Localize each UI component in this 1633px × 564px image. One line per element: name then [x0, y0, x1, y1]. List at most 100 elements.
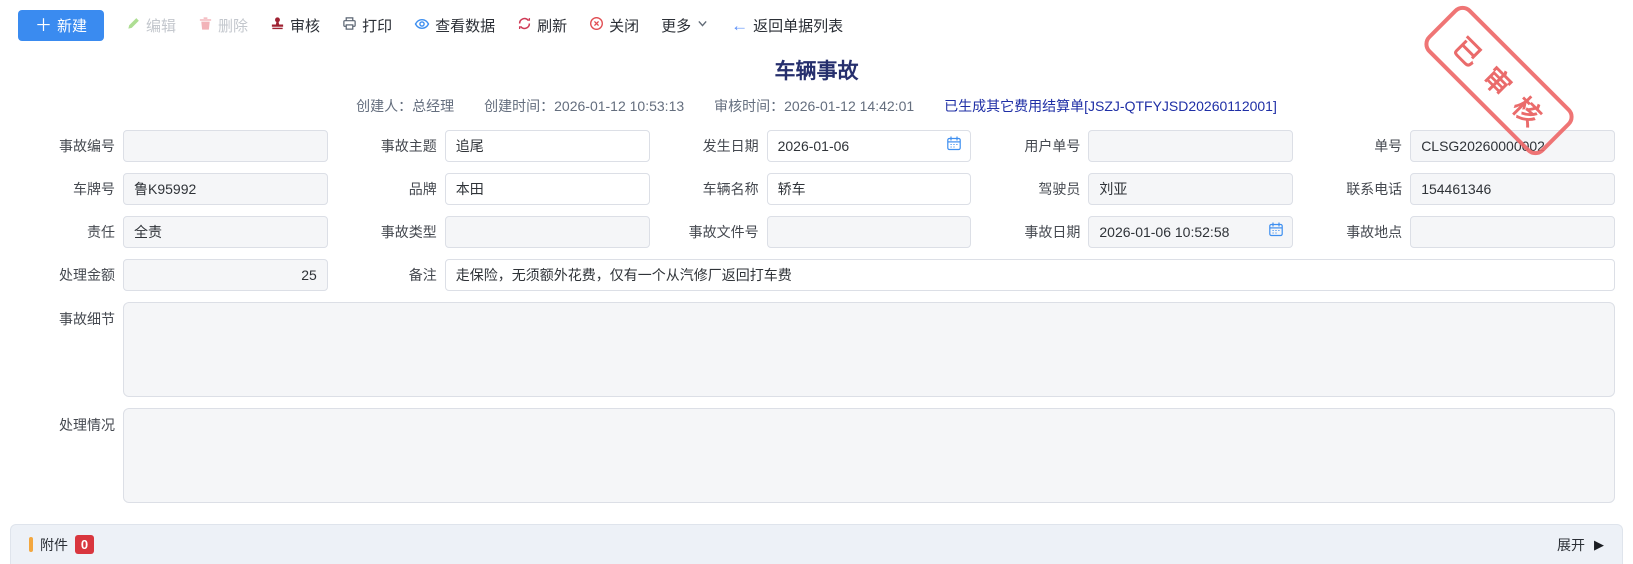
created-time-value: 2026-01-12 10:53:13 [554, 98, 684, 114]
remark-input[interactable] [445, 259, 1615, 291]
accident-detail-textarea[interactable] [123, 302, 1615, 397]
audited-time-label: 审核时间： [714, 98, 784, 114]
delete-button[interactable]: 删除 [198, 15, 248, 36]
occur-date-input[interactable] [767, 130, 972, 162]
delete-button-label: 删除 [218, 15, 248, 36]
stamp-icon [270, 16, 285, 35]
more-button[interactable]: 更多 [661, 15, 709, 36]
field-brand: 品牌 [340, 173, 650, 205]
field-user-order-no: 用户单号 [983, 130, 1293, 162]
audit-button-label: 审核 [290, 15, 320, 36]
created-time-label: 创建时间： [484, 98, 554, 114]
pencil-icon [126, 16, 141, 35]
eye-icon [414, 16, 430, 36]
back-to-list-label: 返回单据列表 [753, 15, 843, 36]
order-no-label: 单号 [1305, 136, 1410, 156]
generated-settlement-link[interactable]: 已生成其它费用结算单[JSZJ-QTFYJSD20260112001] [944, 96, 1277, 116]
expand-arrow-icon: ▶ [1594, 537, 1604, 553]
creator-value: 总经理 [412, 98, 454, 114]
field-accident-no: 事故编号 [18, 130, 328, 162]
amount-input[interactable] [123, 259, 328, 291]
accident-no-label: 事故编号 [18, 136, 123, 156]
field-accident-detail: 事故细节 [18, 302, 1615, 397]
printer-icon [342, 16, 357, 35]
remark-label: 备注 [340, 265, 445, 285]
audited-time-info: 审核时间：2026-01-12 14:42:01 [714, 96, 914, 116]
plate-no-label: 车牌号 [18, 179, 123, 199]
field-vehicle-name: 车辆名称 [662, 173, 972, 205]
subject-label: 事故主题 [340, 136, 445, 156]
order-no-input[interactable] [1410, 130, 1615, 162]
attachment-group: 附件 0 [29, 535, 94, 555]
plate-no-input[interactable] [123, 173, 328, 205]
occur-date-label: 发生日期 [662, 136, 767, 156]
print-button-label: 打印 [362, 15, 392, 36]
accident-form: 事故编号 事故主题 发生日期 用户单号 单号 车牌号 [0, 116, 1633, 503]
attachment-panel-header[interactable]: 附件 0 展开 ▶ [10, 524, 1623, 564]
field-plate-no: 车牌号 [18, 173, 328, 205]
view-data-button-label: 查看数据 [435, 15, 495, 36]
field-driver: 驾驶员 [983, 173, 1293, 205]
refresh-icon [517, 16, 532, 35]
liability-label: 责任 [18, 222, 123, 242]
phone-label: 联系电话 [1305, 179, 1410, 199]
close-button-label: 关闭 [609, 15, 639, 36]
edit-button[interactable]: 编辑 [126, 15, 176, 36]
accident-type-label: 事故类型 [340, 222, 445, 242]
field-remark: 备注 [340, 259, 1615, 291]
accident-type-input[interactable] [445, 216, 650, 248]
view-data-button[interactable]: 查看数据 [414, 15, 495, 36]
calendar-icon[interactable] [946, 136, 962, 157]
calendar-icon[interactable] [1268, 222, 1284, 243]
phone-input[interactable] [1410, 173, 1615, 205]
handling-textarea[interactable] [123, 408, 1615, 503]
refresh-button-label: 刷新 [537, 15, 567, 36]
attachment-count-badge: 0 [75, 535, 94, 554]
back-to-list-button[interactable]: ← 返回单据列表 [731, 15, 843, 36]
location-input[interactable] [1410, 216, 1615, 248]
handling-label: 处理情况 [18, 408, 123, 435]
meta-bar: 创建人：总经理 创建时间：2026-01-12 10:53:13 审核时间：20… [0, 96, 1633, 116]
trash-icon [198, 16, 213, 35]
field-subject: 事故主题 [340, 130, 650, 162]
plus-icon: ＋ [35, 17, 52, 34]
subject-input[interactable] [445, 130, 650, 162]
toolbar: ＋ 新建 编辑 删除 审核 打印 查看数据 刷新 [0, 0, 1633, 49]
new-button[interactable]: ＋ 新建 [18, 10, 104, 41]
creator-info: 创建人：总经理 [356, 96, 454, 116]
field-accident-type: 事故类型 [340, 216, 650, 248]
brand-input[interactable] [445, 173, 650, 205]
field-occur-date: 发生日期 [662, 130, 972, 162]
vehicle-name-input[interactable] [767, 173, 972, 205]
driver-input[interactable] [1088, 173, 1293, 205]
chevron-down-icon [696, 17, 709, 34]
accident-datetime-input[interactable] [1088, 216, 1293, 248]
field-liability: 责任 [18, 216, 328, 248]
vehicle-name-label: 车辆名称 [662, 179, 767, 199]
field-accident-file-no: 事故文件号 [662, 216, 972, 248]
close-button[interactable]: 关闭 [589, 15, 639, 36]
location-label: 事故地点 [1305, 222, 1410, 242]
accident-file-no-input[interactable] [767, 216, 972, 248]
accident-detail-label: 事故细节 [18, 302, 123, 329]
print-button[interactable]: 打印 [342, 15, 392, 36]
expand-label: 展开 [1557, 535, 1585, 555]
liability-input[interactable] [123, 216, 328, 248]
attachment-icon [29, 537, 33, 552]
field-phone: 联系电话 [1305, 173, 1615, 205]
refresh-button[interactable]: 刷新 [517, 15, 567, 36]
attachment-label: 附件 [40, 535, 68, 555]
field-amount: 处理金额 [18, 259, 328, 291]
brand-label: 品牌 [340, 179, 445, 199]
edit-button-label: 编辑 [146, 15, 176, 36]
accident-file-no-label: 事故文件号 [662, 222, 767, 242]
user-order-no-label: 用户单号 [983, 136, 1088, 156]
audit-button[interactable]: 审核 [270, 15, 320, 36]
user-order-no-input[interactable] [1088, 130, 1293, 162]
page-title: 车辆事故 [0, 55, 1633, 85]
left-arrow-icon: ← [731, 17, 748, 34]
expand-control[interactable]: 展开 ▶ [1557, 535, 1604, 555]
created-time-info: 创建时间：2026-01-12 10:53:13 [484, 96, 684, 116]
accident-no-input[interactable] [123, 130, 328, 162]
amount-label: 处理金额 [18, 265, 123, 285]
